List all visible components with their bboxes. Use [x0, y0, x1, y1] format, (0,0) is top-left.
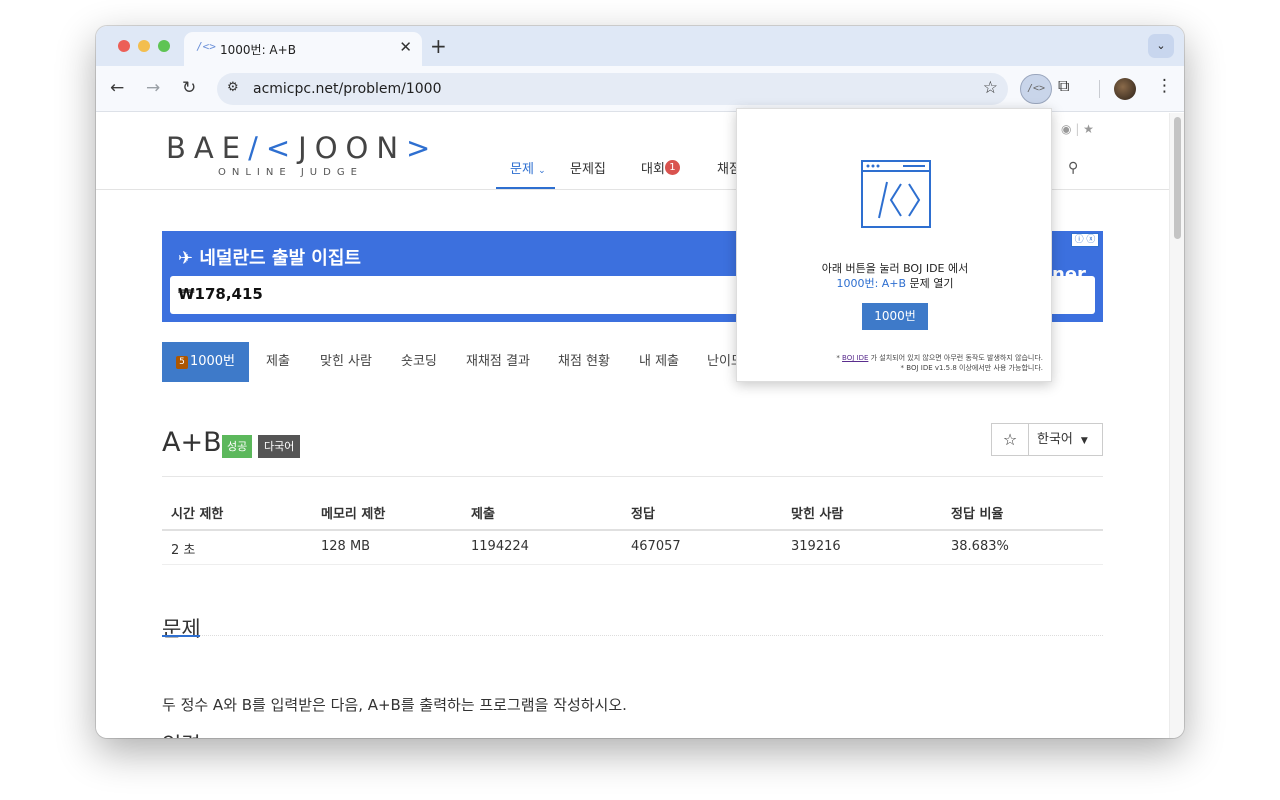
table-cell: 319216 [791, 539, 841, 554]
problem-description: 두 정수 A와 B를 입력받은 다음, A+B를 출력하는 프로그램을 작성하시… [162, 696, 627, 714]
popup-footnote: * BOJ IDE 가 설치되어 있지 않으면 아무런 동작도 발생하지 않습니… [836, 354, 1043, 372]
ad-info-icon[interactable]: ⓘ ⓧ [1071, 233, 1099, 247]
new-tab-icon[interactable]: + [430, 34, 447, 58]
site-favicon-icon: /<> [196, 40, 216, 53]
status-badge-multilang: 다국어 [258, 435, 301, 458]
tab-rejudge-result[interactable]: 재채점 결과 [466, 342, 530, 382]
boj-ide-extension-icon[interactable]: /<> [1020, 74, 1052, 104]
zoom-window-button[interactable] [158, 40, 170, 52]
search-icon[interactable]: ⚲ [1068, 160, 1078, 176]
caret-down-icon: ▼ [1080, 436, 1088, 446]
site-settings-icon[interactable]: ⚙ [227, 80, 239, 95]
table-header: 정답 비율 [951, 507, 1004, 522]
back-icon[interactable]: ← [110, 78, 124, 98]
tab-judge-status[interactable]: 채점 현황 [558, 342, 610, 382]
page-scrollbar[interactable] [1169, 113, 1184, 738]
url-text[interactable]: acmicpc.net/problem/1000 [253, 81, 442, 97]
status-badge-success: 성공 [222, 435, 253, 458]
table-header: 제출 [471, 507, 495, 522]
section-underline [162, 635, 200, 637]
tab-problem[interactable]: 5 1000번 [162, 342, 249, 382]
scrollbar-thumb[interactable] [1174, 117, 1181, 239]
table-header: 맞힌 사람 [791, 507, 844, 522]
nav-item-contest-label: 대회 [641, 162, 665, 177]
popup-line-2: 문제 열기 [906, 277, 954, 290]
section-title-problem: 문제 [162, 617, 201, 641]
title-divider [162, 476, 1103, 477]
reload-icon[interactable]: ↻ [182, 78, 196, 98]
table-cell: 467057 [631, 539, 681, 554]
tab-solved-users[interactable]: 맞힌 사람 [320, 342, 372, 382]
favorite-problem-button[interactable]: ☆ [991, 423, 1029, 456]
popup-note-2: * BOJ IDE v1.5.8 이상에서만 사용 가능합니다. [900, 364, 1043, 372]
site-logo[interactable]: BAE/<JOON> ONLINE JUDGE [166, 131, 438, 178]
utility-separator: | [1075, 122, 1084, 136]
tab-submit[interactable]: 제출 [266, 342, 290, 382]
minimize-window-button[interactable] [138, 40, 150, 52]
browser-window: /<> 1000번: A+B ✕ + ⌄ ← → ↻ ⚙ acmicpc.net… [96, 26, 1184, 738]
table-cell: 38.683% [951, 539, 1009, 554]
logo-bracket-left: /< [248, 131, 299, 165]
table-header: 시간 제한 [171, 507, 224, 522]
table-cell: 128 MB [321, 539, 371, 554]
table-header: 정답 [631, 507, 655, 522]
tab-short-coding[interactable]: 숏코딩 [401, 342, 437, 382]
nav-item-problems-label: 문제 [510, 162, 534, 177]
browser-menu-icon[interactable]: ⋮ [1156, 76, 1173, 96]
forward-icon[interactable]: → [146, 78, 160, 98]
close-window-button[interactable] [118, 40, 130, 52]
favorite-star-icon[interactable]: ★ [1083, 122, 1094, 136]
toolbar-divider [1099, 80, 1100, 98]
ad-price: ₩178,415 [178, 285, 263, 303]
ad-title: 네덜란드 출발 이집트 [199, 248, 361, 269]
table-header: 메모리 제한 [321, 507, 386, 522]
problem-title: A+B [162, 427, 222, 458]
extensions-puzzle-icon[interactable]: ⧉ [1058, 76, 1069, 96]
tab-search-chevron-icon[interactable]: ⌄ [1148, 34, 1174, 58]
profile-avatar[interactable] [1114, 78, 1136, 100]
open-in-ide-button[interactable]: 1000번 [862, 303, 928, 330]
popup-message: 아래 버튼을 눌러 BOJ IDE 에서 1000번: A+B 문제 열기 [737, 261, 1053, 291]
logo-text-joon: JOON [298, 131, 407, 165]
logo-bracket-right: > [406, 131, 439, 165]
tab-title: 1000번: A+B [220, 43, 296, 57]
contest-count-badge: 1 [664, 160, 680, 175]
globe-icon[interactable]: ◉ [1061, 122, 1071, 136]
popup-note-1: 가 설치되어 있지 않으면 아무런 동작도 발생하지 않습니다. [868, 354, 1043, 362]
bookmark-star-icon[interactable]: ☆ [983, 78, 998, 98]
tab-problem-label: 1000번 [189, 354, 236, 369]
ad-brand: ner [1052, 264, 1086, 285]
tab-my-submissions[interactable]: 내 제출 [639, 342, 679, 382]
popup-line-1: 아래 버튼을 눌러 BOJ IDE 에서 [821, 262, 969, 275]
tab-strip: /<> 1000번: A+B ✕ + ⌄ [96, 26, 1184, 66]
boj-ide-logo-icon [861, 160, 931, 234]
language-select-value: 한국어 [1037, 432, 1073, 447]
table-header-divider [162, 529, 1103, 531]
language-select[interactable]: 한국어 ▼ [1029, 423, 1103, 456]
logo-text-bae: BAE [166, 131, 249, 165]
browser-toolbar: ← → ↻ ⚙ acmicpc.net/problem/1000 ☆ /<> ⧉… [96, 66, 1184, 112]
airplane-icon: ✈ [178, 248, 194, 269]
tab-close-icon[interactable]: ✕ [399, 38, 412, 56]
nav-item-problems[interactable]: 문제 ⌄ [510, 158, 546, 177]
boj-ide-link[interactable]: BOJ IDE [842, 354, 868, 362]
table-cell: 2 초 [171, 543, 196, 558]
nav-item-workbook[interactable]: 문제집 [570, 158, 606, 177]
nav-item-contest[interactable]: 대회 1 [641, 158, 680, 177]
table-row-divider [162, 564, 1103, 565]
section-divider [200, 635, 1103, 636]
table-cell: 1194224 [471, 539, 529, 554]
extension-popup: 아래 버튼을 눌러 BOJ IDE 에서 1000번: A+B 문제 열기 10… [736, 108, 1052, 382]
tier-badge-icon: 5 [175, 356, 188, 369]
logo-subtitle: ONLINE JUDGE [218, 167, 363, 178]
address-bar[interactable]: ⚙ acmicpc.net/problem/1000 ☆ [217, 73, 1008, 105]
popup-problem-link[interactable]: 1000번: A+B [836, 277, 906, 290]
chevron-down-icon: ⌄ [538, 166, 546, 176]
browser-tab[interactable]: /<> 1000번: A+B ✕ [184, 32, 422, 66]
header-utility-icons: ◉ | ★ [1061, 122, 1094, 136]
section-title-input: 입력 [162, 729, 201, 738]
